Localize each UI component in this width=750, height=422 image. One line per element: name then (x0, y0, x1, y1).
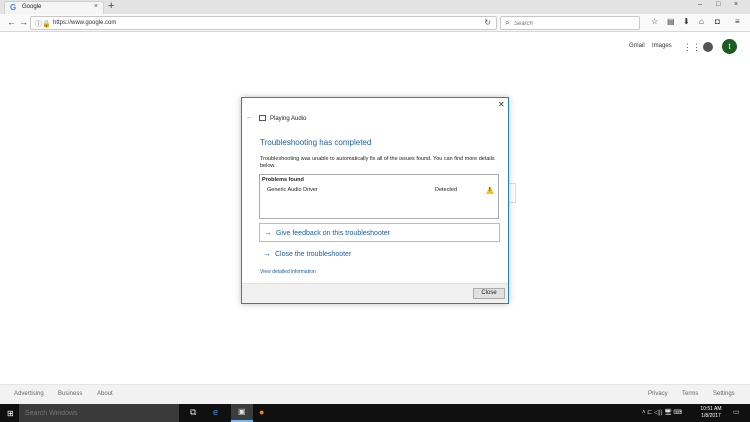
footer-business-link[interactable]: Business (58, 391, 82, 397)
problem-status: Detected (435, 187, 458, 193)
firefox-icon[interactable]: ● (259, 407, 264, 417)
browser-navbar: ← → ⓘ🔒 https://www.google.com ↻ ⌕ ☆ ▤ ⬇ … (0, 14, 750, 32)
avatar[interactable]: t (722, 39, 737, 54)
view-detailed-information-link[interactable]: View detailed information (260, 269, 316, 275)
url-text[interactable]: https://www.google.com (53, 20, 116, 26)
google-favicon: G (10, 3, 17, 12)
edge-icon[interactable]: e (213, 407, 218, 417)
system-tray-icons[interactable]: ˄ ⊏ ◁)) 🖥 ⌨ (642, 409, 682, 416)
give-feedback-link[interactable]: → Give feedback on this troubleshooter (259, 223, 500, 242)
close-troubleshooter-link[interactable]: → Close the troubleshooter (259, 245, 500, 264)
new-tab-button[interactable]: + (108, 0, 114, 12)
browser-search-input[interactable] (514, 19, 634, 28)
clock-time: 10:51 AM (700, 406, 722, 412)
minimize-button[interactable]: – (698, 1, 702, 8)
troubleshooter-app-icon (259, 115, 266, 121)
dialog-message: Troubleshooting was unable to automatica… (260, 156, 495, 169)
troubleshooter-dialog: ✕ ← Playing Audio Troubleshooting has co… (241, 97, 509, 304)
footer-advertising-link[interactable]: Advertising (14, 391, 44, 397)
taskbar-search-box[interactable] (19, 404, 179, 422)
footer-settings-link[interactable]: Settings (713, 391, 735, 397)
pocket-icon[interactable]: ◘ (715, 17, 720, 26)
back-arrow-icon[interactable]: ← (7, 17, 16, 27)
url-bar[interactable]: ⓘ🔒 https://www.google.com ↻ (30, 16, 497, 30)
taskbar-clock[interactable]: 10:51 AM 1/8/2017 (697, 406, 725, 420)
background-search-box-edge (508, 183, 516, 203)
lock-icon[interactable]: ⓘ🔒 (35, 19, 51, 29)
problem-name[interactable]: Generic Audio Driver (267, 187, 318, 193)
browser-titlebar: G Google × + – □ × (0, 0, 750, 14)
forward-arrow-icon[interactable]: → (19, 17, 28, 27)
troubleshooter-taskbar-item[interactable]: ▣ (231, 404, 253, 422)
clock-date: 1/8/2017 (701, 413, 721, 419)
dialog-heading: Troubleshooting has completed (260, 138, 372, 147)
close-troubleshooter-label: Close the troubleshooter (275, 251, 352, 258)
action-center-icon[interactable]: ▭ (733, 408, 740, 416)
windows-taskbar: ⊞ ⧉ e ▣ ● ˄ ⊏ ◁)) 🖥 ⌨ 10:51 AM 1/8/2017 … (0, 404, 750, 422)
arrow-right-icon: → (263, 249, 271, 258)
images-link[interactable]: Images (652, 43, 672, 49)
task-view-icon[interactable]: ⧉ (190, 407, 196, 418)
home-icon[interactable]: ⌂ (699, 17, 704, 26)
download-icon[interactable]: ⬇ (683, 17, 690, 26)
star-icon[interactable]: ☆ (651, 17, 658, 26)
tab-close-icon[interactable]: × (94, 3, 98, 10)
tab-title: Google (22, 4, 42, 10)
dialog-window-title: Playing Audio (270, 116, 307, 122)
menu-icon[interactable]: ≡ (735, 17, 740, 26)
notifications-icon[interactable] (703, 42, 713, 52)
arrow-right-icon: → (264, 228, 272, 237)
window-close-button[interactable]: × (734, 1, 738, 8)
taskbar-search-input[interactable] (25, 409, 175, 418)
close-button[interactable]: Close (473, 288, 505, 299)
windows-start-icon[interactable]: ⊞ (7, 409, 14, 418)
problems-header: Problems found (262, 177, 304, 183)
footer-about-link[interactable]: About (97, 391, 113, 397)
footer-terms-link[interactable]: Terms (682, 391, 698, 397)
browser-search-bar[interactable]: ⌕ (500, 16, 640, 30)
browser-tab[interactable]: G Google × (4, 1, 104, 14)
give-feedback-label: Give feedback on this troubleshooter (276, 230, 391, 237)
gmail-link[interactable]: Gmail (629, 43, 645, 49)
troubleshooter-taskbar-icon: ▣ (238, 407, 246, 416)
reload-icon[interactable]: ↻ (484, 18, 491, 27)
reader-icon[interactable]: ▤ (667, 17, 675, 26)
warning-icon: ! (486, 186, 494, 194)
dialog-close-icon[interactable]: ✕ (498, 100, 505, 109)
problems-found-box: Problems found Generic Audio Driver Dete… (259, 174, 499, 219)
maximize-button[interactable]: □ (716, 1, 720, 8)
google-footer: Advertising Business About Privacy Terms… (0, 384, 750, 404)
dialog-back-arrow-icon[interactable]: ← (246, 114, 253, 121)
search-icon: ⌕ (505, 18, 510, 27)
dialog-footer: Close (242, 283, 508, 303)
footer-privacy-link[interactable]: Privacy (648, 391, 668, 397)
